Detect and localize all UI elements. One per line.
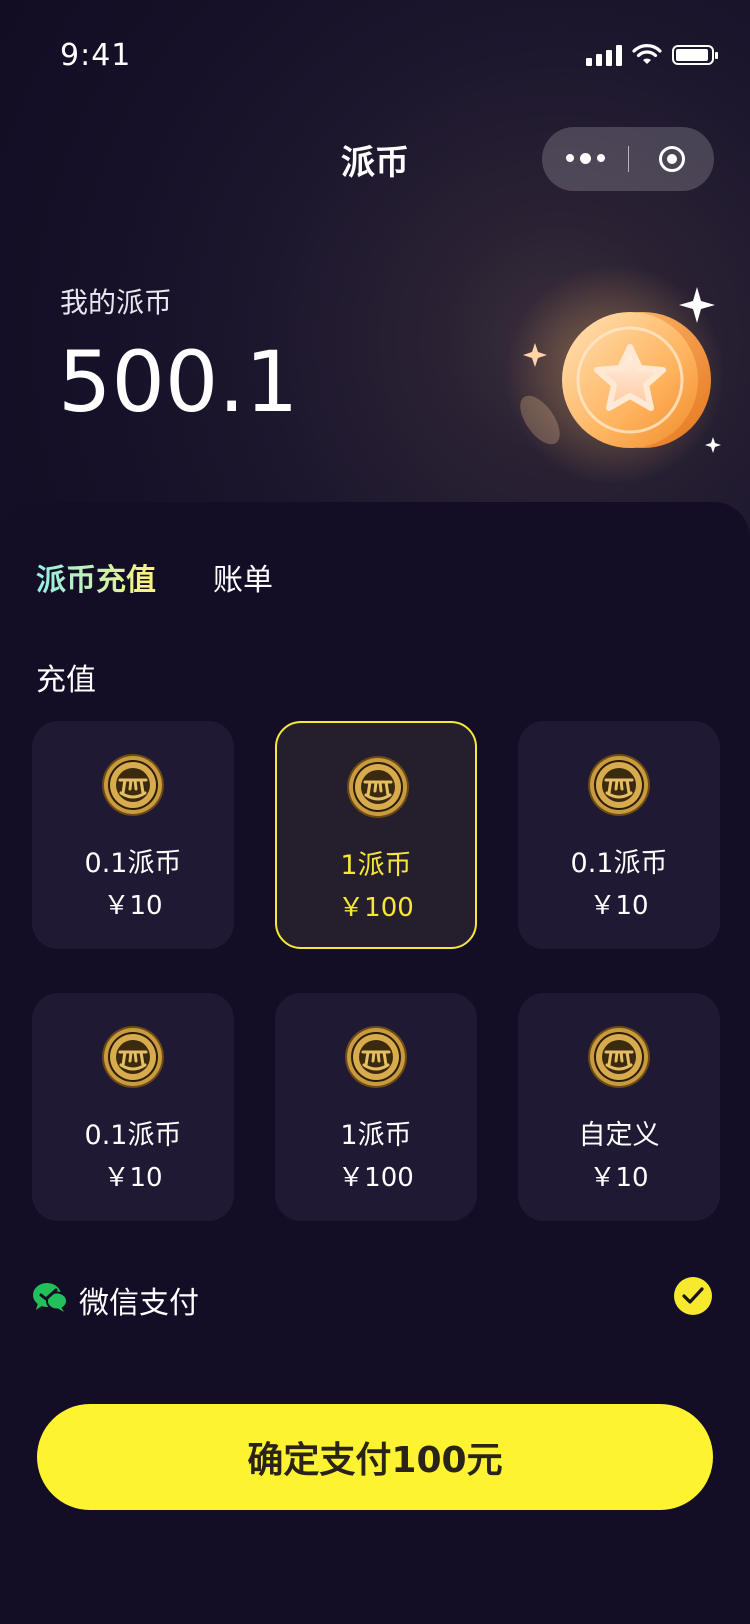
package-card[interactable]: 0.1派币 ￥10 <box>32 721 234 949</box>
wechat-icon <box>33 1283 68 1312</box>
section-title: 充值 <box>36 663 96 698</box>
pi-coin-icon <box>344 1025 408 1089</box>
package-card[interactable]: 0.1派币 ￥10 <box>32 993 234 1221</box>
pi-coin-icon <box>101 1025 165 1089</box>
pi-coin-icon <box>101 753 165 817</box>
status-time: 9:41 <box>60 38 132 73</box>
status-icons <box>586 44 718 66</box>
package-card[interactable]: 1派币 ￥100 <box>275 993 477 1221</box>
package-price: ￥100 <box>338 1163 414 1193</box>
wifi-icon <box>632 44 662 64</box>
package-card[interactable]: 1派币 ￥100 <box>275 721 477 949</box>
package-amount: 1派币 <box>340 1120 412 1151</box>
status-bar: 9:41 <box>0 0 750 110</box>
package-amount: 0.1派币 <box>84 1120 182 1151</box>
tab-bill[interactable]: 账单 <box>213 555 273 599</box>
battery-icon <box>672 45 718 65</box>
payment-method-label: 微信支付 <box>79 1286 199 1321</box>
package-amount: 0.1派币 <box>84 848 182 879</box>
pi-coin-icon <box>346 755 410 819</box>
package-price: ￥10 <box>103 891 163 921</box>
package-card[interactable]: 0.1派币 ￥10 <box>518 721 720 949</box>
package-amount: 1派币 <box>340 850 412 881</box>
close-target-icon[interactable] <box>629 146 714 172</box>
confirm-pay-button[interactable]: 确定支付100元 <box>37 1404 713 1510</box>
pi-coin-icon <box>587 1025 651 1089</box>
mini-program-capsule <box>542 127 714 191</box>
balance-label: 我的派币 <box>60 286 173 319</box>
package-price: ￥10 <box>589 1163 649 1193</box>
package-price: ￥10 <box>589 891 649 921</box>
package-price: ￥10 <box>103 1163 163 1193</box>
package-card[interactable]: 自定义 ￥10 <box>518 993 720 1221</box>
more-icon[interactable] <box>542 153 628 164</box>
checkmark-icon[interactable] <box>674 1277 712 1315</box>
package-amount: 自定义 <box>578 1120 660 1151</box>
balance-value: 500.1 <box>58 333 299 431</box>
tab-recharge[interactable]: 派币充值 <box>36 555 156 599</box>
payment-method-row[interactable]: 微信支付 <box>32 1275 712 1325</box>
cellular-signal-icon <box>586 44 622 66</box>
pi-coin-icon <box>587 753 651 817</box>
package-price: ￥100 <box>338 893 414 923</box>
gold-coin-star-icon <box>505 265 725 485</box>
package-amount: 0.1派币 <box>570 848 668 879</box>
